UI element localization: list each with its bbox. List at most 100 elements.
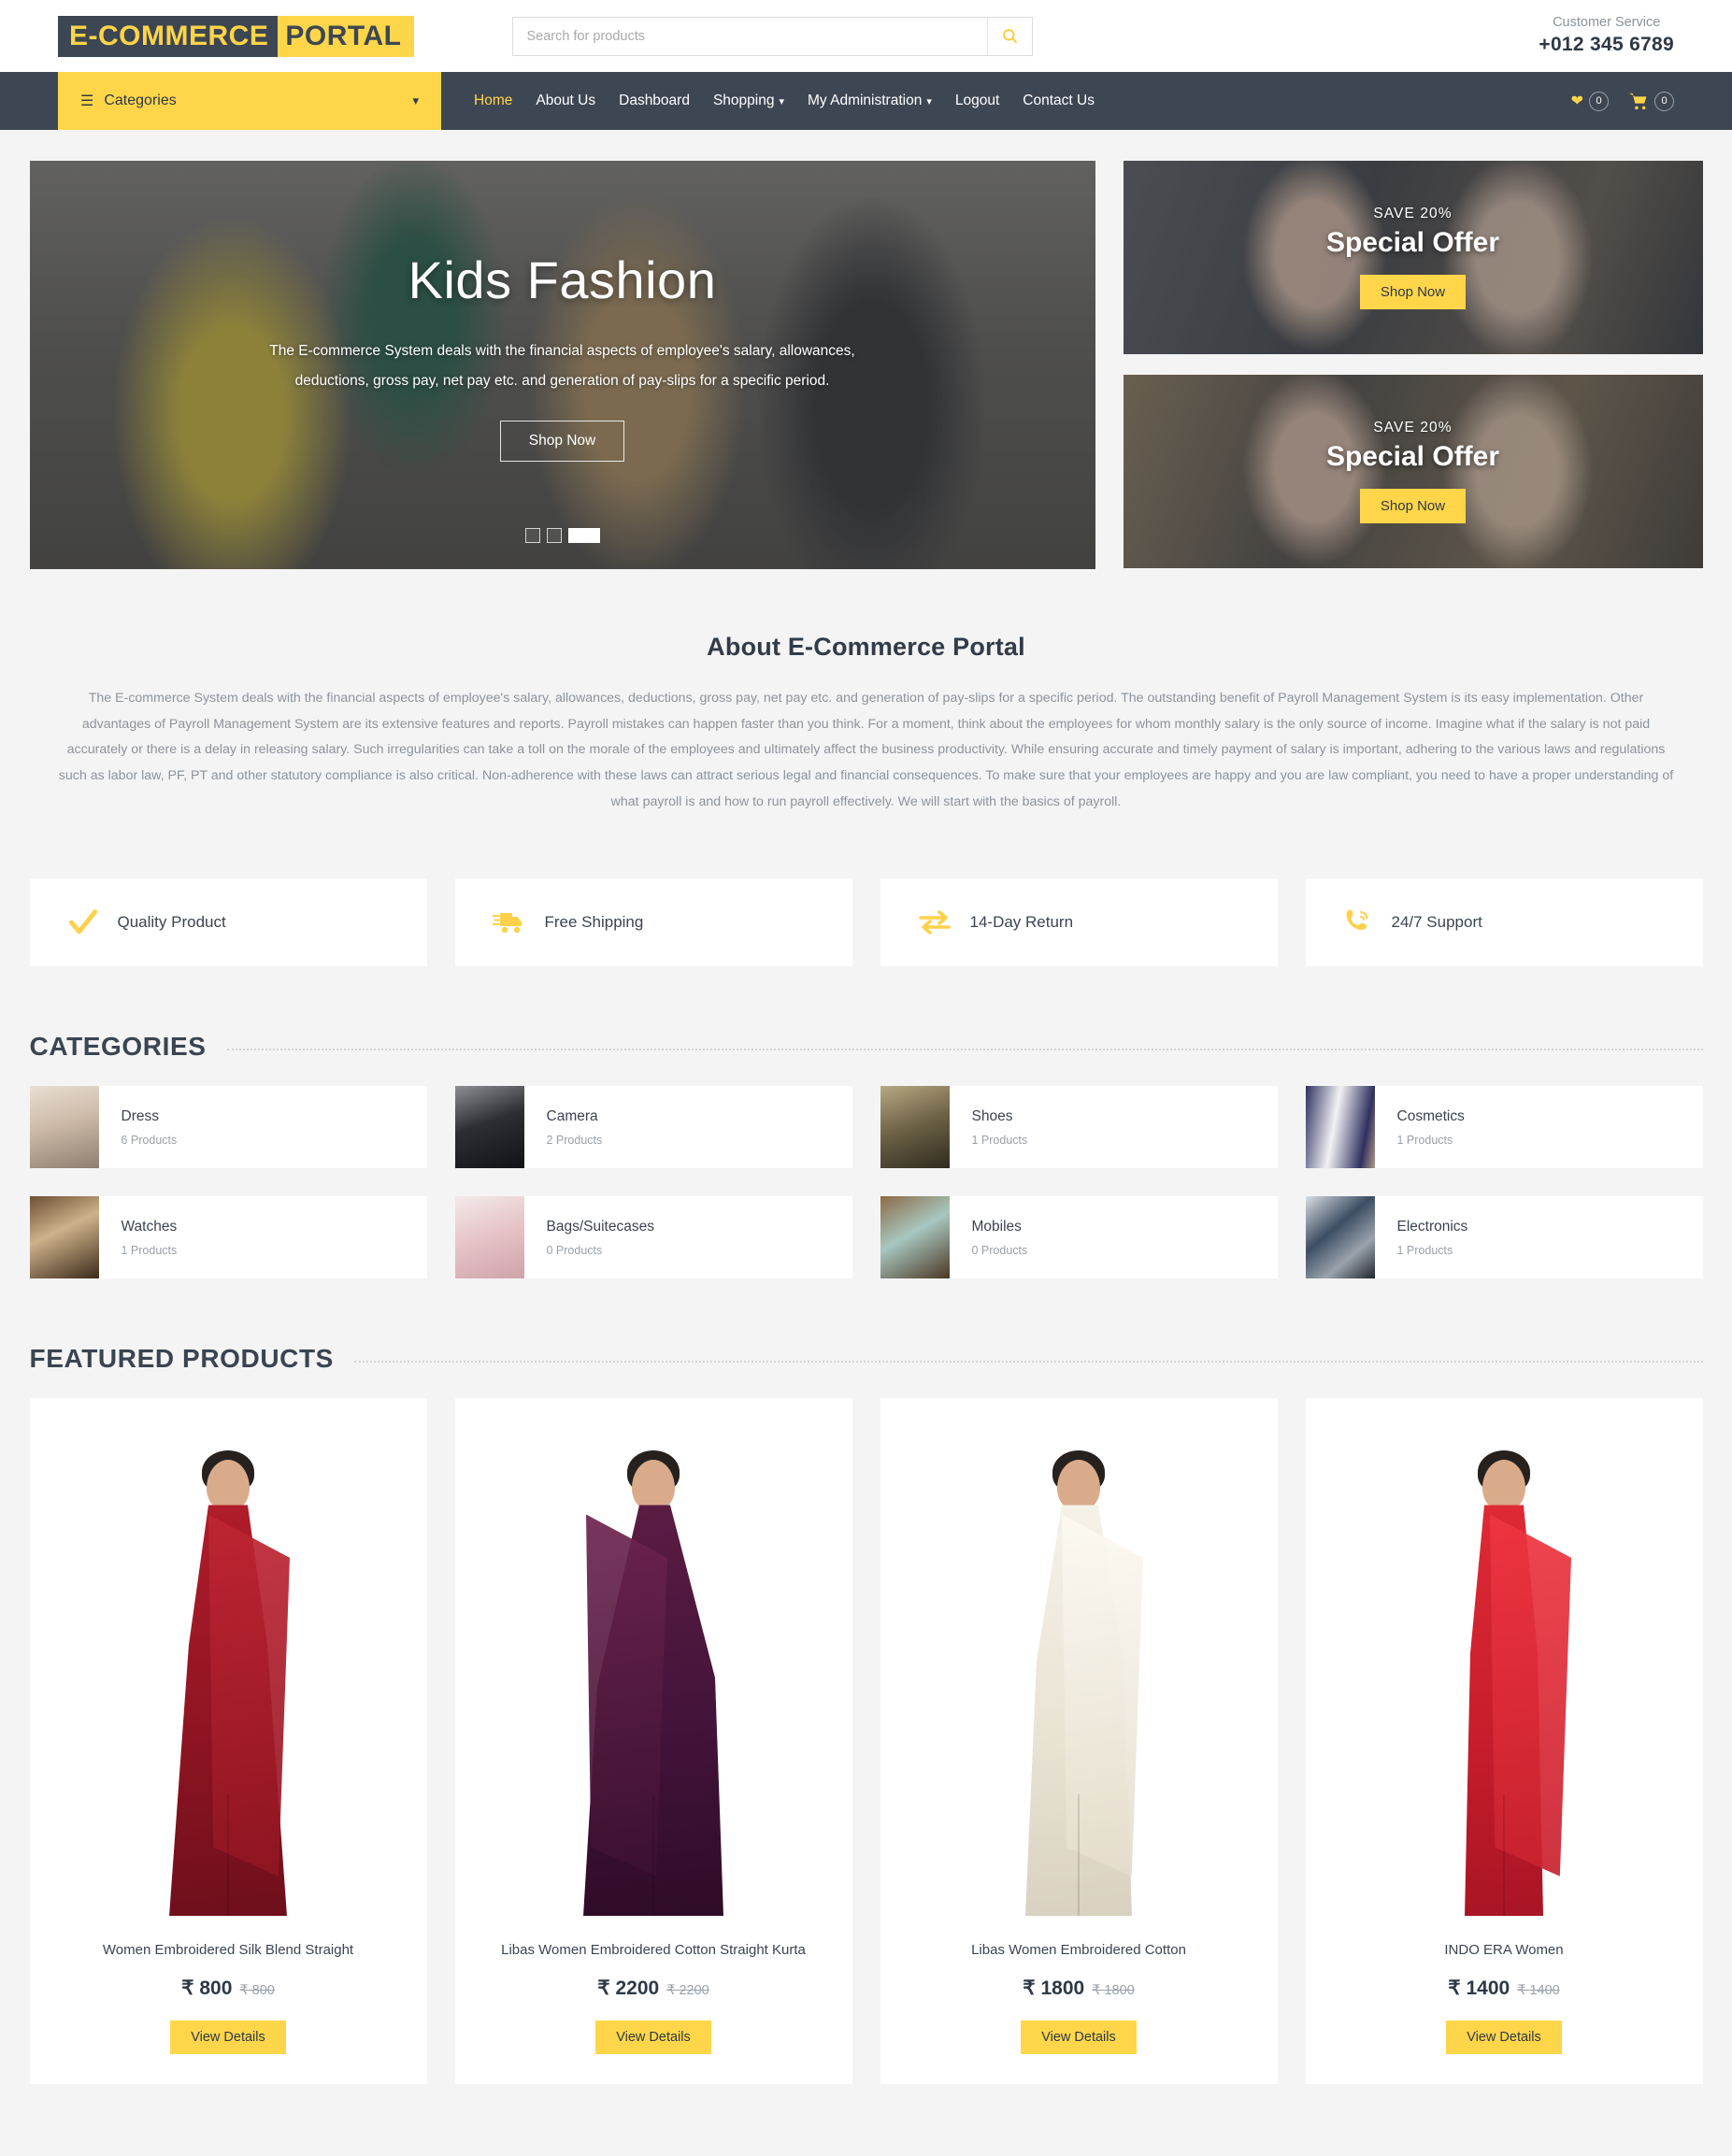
category-card-cosmetics[interactable]: Cosmetics 1 Products: [1305, 1086, 1703, 1169]
product-image: [895, 1413, 1263, 1919]
category-name: Cosmetics: [1396, 1107, 1465, 1124]
product-original-price: ₹ 1400: [1517, 1983, 1560, 1999]
about-section: About E-Commerce Portal The E-commerce S…: [30, 569, 1703, 824]
view-details-button[interactable]: View Details: [595, 2020, 711, 2055]
nav-links: Home About Us Dashboard Shopping ▾ My Adminis…: [464, 72, 1105, 130]
wishlist-button[interactable]: ❤ 0: [1570, 91, 1609, 111]
nav-right-icons: ❤ 0 0: [1571, 72, 1674, 130]
product-image: [1320, 1413, 1688, 1919]
category-product-count: 6 Products: [121, 1133, 178, 1147]
promo-save-text: SAVE 20%: [1373, 420, 1453, 435]
product-price-block: ₹ 800 ₹ 800: [45, 1977, 412, 2000]
chevron-down-icon: ▾: [412, 93, 419, 107]
view-details-button[interactable]: View Details: [170, 2020, 286, 2055]
feature-label: Free Shipping: [544, 913, 644, 932]
category-thumbnail: [1305, 1196, 1375, 1279]
feature-label: Quality Product: [117, 913, 226, 932]
logo-text-primary: E-COMMERCE: [58, 15, 279, 57]
category-thumbnail: [1305, 1086, 1375, 1169]
customer-service-block: Customer Service +012 345 6789: [1539, 14, 1674, 59]
product-price-block: ₹ 1400 ₹ 1400: [1321, 1977, 1688, 2000]
nav-link-label: Home: [474, 93, 513, 108]
nav-link-label: My Administration: [808, 93, 923, 108]
customer-service-phone: +012 345 6789: [1539, 34, 1674, 56]
category-product-count: 0 Products: [971, 1243, 1028, 1257]
promo-banner-1[interactable]: SAVE 20% Special Offer Shop Now: [1123, 161, 1703, 354]
promo-shop-now-button[interactable]: Shop Now: [1359, 275, 1467, 309]
hero-shop-now-button[interactable]: Shop Now: [499, 420, 625, 462]
search-input[interactable]: [513, 17, 988, 55]
nav-link-dashboard[interactable]: Dashboard: [608, 85, 700, 117]
category-thumbnail: [454, 1196, 524, 1279]
product-image: [44, 1413, 412, 1919]
category-product-count: 1 Products: [1396, 1133, 1453, 1147]
search-bar[interactable]: [512, 16, 1034, 56]
category-name: Shoes: [971, 1107, 1013, 1124]
product-original-price: ₹ 1800: [1092, 1983, 1135, 1999]
promo-banner-2[interactable]: SAVE 20% Special Offer Shop Now: [1123, 375, 1703, 568]
hero-title: Kids Fashion: [408, 250, 717, 310]
carousel-dot-2[interactable]: [546, 528, 562, 543]
feature-24-7-support: 24/7 Support: [1305, 878, 1703, 967]
chevron-down-icon: ▾: [779, 95, 784, 107]
featured-products-section-title: FEATURED PRODUCTS: [29, 1344, 334, 1374]
heart-icon: ❤: [1570, 93, 1583, 109]
category-card-mobiles[interactable]: Mobiles 0 Products: [880, 1196, 1278, 1279]
product-card[interactable]: Women Embroidered Silk Blend Straight ₹ 8…: [29, 1398, 427, 2085]
category-card-camera[interactable]: Camera 2 Products: [454, 1086, 852, 1169]
categories-button-label: Categories: [104, 93, 177, 108]
product-name: INDO ERA Women: [1444, 1942, 1564, 1959]
carousel-dot-3[interactable]: [567, 528, 600, 543]
section-divider-line: [353, 1361, 1703, 1364]
hamburger-icon: ☰: [80, 93, 94, 109]
product-card[interactable]: INDO ERA Women ₹ 1400 ₹ 1400 View Details: [1305, 1398, 1703, 2085]
product-current-price: ₹ 800: [181, 1978, 233, 2000]
product-card[interactable]: Libas Women Embroidered Cotton Straight …: [454, 1398, 852, 2085]
category-name: Dress: [121, 1107, 159, 1124]
nav-link-contact-us[interactable]: Contact Us: [1012, 85, 1105, 117]
category-card-shoes[interactable]: Shoes 1 Products: [880, 1086, 1278, 1169]
nav-link-label: About Us: [536, 93, 596, 108]
customer-service-label: Customer Service: [1553, 14, 1661, 30]
promo-save-text: SAVE 20%: [1373, 206, 1453, 221]
category-thumbnail: [880, 1086, 950, 1169]
product-current-price: ₹ 1400: [1448, 1978, 1510, 2000]
cart-button[interactable]: 0: [1629, 91, 1674, 111]
product-price-block: ₹ 2200 ₹ 2200: [470, 1977, 837, 2000]
product-card[interactable]: Libas Women Embroidered Cotton ₹ 1800 ₹ 18…: [880, 1398, 1278, 2085]
nav-link-logout[interactable]: Logout: [945, 85, 1009, 117]
wishlist-count-badge: 0: [1589, 91, 1609, 111]
product-original-price: ₹ 800: [239, 1983, 275, 1999]
product-name: Women Embroidered Silk Blend Straight: [102, 1942, 354, 1959]
nav-link-about-us[interactable]: About Us: [525, 85, 606, 117]
view-details-button[interactable]: View Details: [1446, 2020, 1562, 2055]
promo-title: Special Offer: [1325, 227, 1500, 258]
search-submit-button[interactable]: [987, 17, 1033, 55]
category-card-watches[interactable]: Watches 1 Products: [29, 1196, 427, 1279]
category-card-dress[interactable]: Dress 6 Products: [29, 1086, 427, 1169]
category-card-bags-suitecases[interactable]: Bags/Suitecases 0 Products: [454, 1196, 852, 1279]
promo-shop-now-button[interactable]: Shop Now: [1359, 489, 1467, 523]
hero-carousel[interactable]: Kids Fashion The E-commerce System deals…: [29, 161, 1095, 569]
nav-link-my-administration[interactable]: My Administration ▾: [797, 85, 942, 117]
product-original-price: ₹ 2200: [666, 1983, 709, 1999]
nav-link-label: Dashboard: [619, 93, 690, 108]
featured-products-section-header: FEATURED PRODUCTS: [30, 1278, 1703, 1398]
category-product-count: 0 Products: [546, 1243, 603, 1257]
categories-section-header: CATEGORIES: [30, 966, 1703, 1086]
logo-text-secondary: PORTAL: [278, 15, 415, 57]
carousel-dot-1[interactable]: [524, 528, 540, 543]
about-body-text: The E-commerce System deals with the fin…: [58, 691, 1674, 809]
category-thumbnail: [880, 1196, 950, 1279]
nav-link-label: Shopping: [712, 93, 775, 108]
nav-link-shopping[interactable]: Shopping ▾: [703, 85, 794, 117]
category-card-electronics[interactable]: Electronics 1 Products: [1305, 1196, 1703, 1279]
view-details-button[interactable]: View Details: [1021, 2020, 1137, 2055]
categories-dropdown-button[interactable]: ☰ Categories ▾: [58, 72, 441, 130]
category-product-count: 2 Products: [546, 1133, 603, 1147]
product-name: Libas Women Embroidered Cotton Straight …: [501, 1942, 806, 1959]
product-current-price: ₹ 2200: [597, 1978, 660, 2000]
nav-link-home[interactable]: Home: [464, 85, 522, 117]
features-bar: Quality Product Free Shipping 14-Day Retur…: [29, 824, 1703, 967]
site-logo[interactable]: E-COMMERCE PORTAL: [58, 15, 415, 57]
